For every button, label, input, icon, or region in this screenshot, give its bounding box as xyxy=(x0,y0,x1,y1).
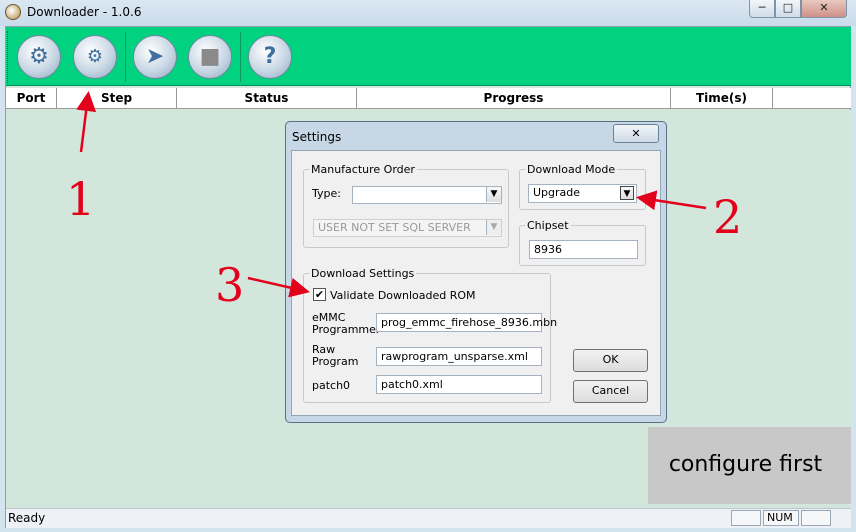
annotation-number-2: 2 xyxy=(713,190,743,244)
annotation-number-3: 3 xyxy=(215,258,245,312)
annotation-arrow-3 xyxy=(247,276,310,298)
annotation-arrow-1 xyxy=(76,91,97,153)
annotation-number-1: 1 xyxy=(66,172,96,226)
annotation-arrows xyxy=(76,91,707,298)
annotation-arrow-2 xyxy=(636,190,707,211)
